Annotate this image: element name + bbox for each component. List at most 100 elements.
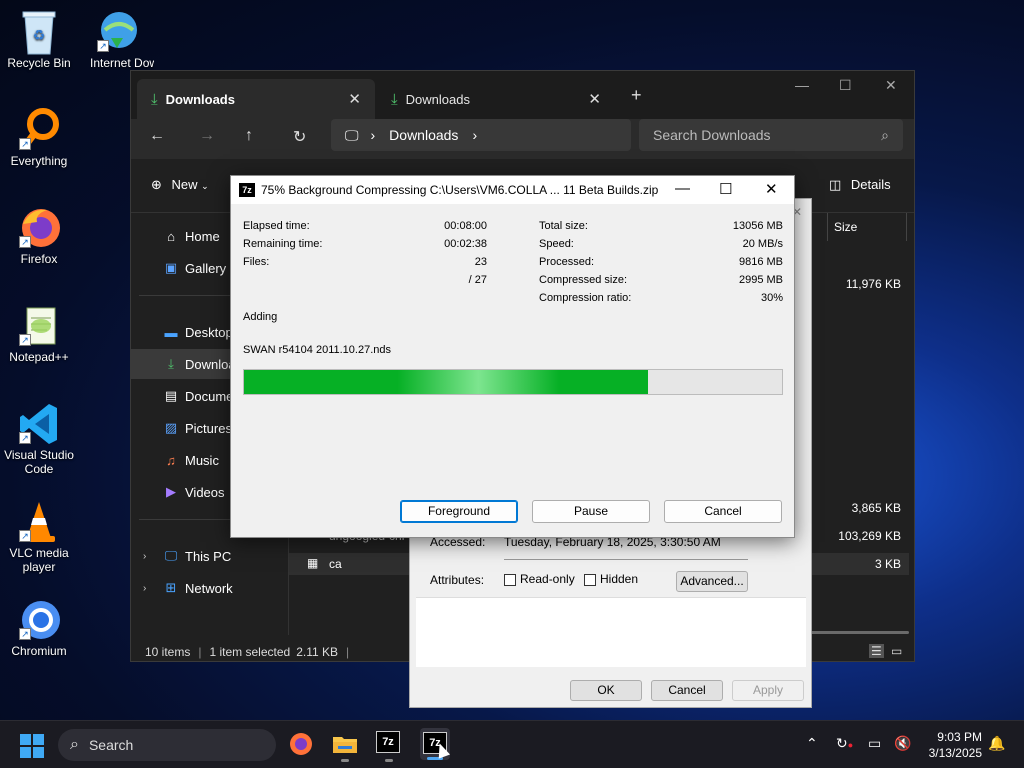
back-icon[interactable]: ← (149, 127, 165, 145)
desktop-icon-label: Everything (10, 154, 68, 168)
tiles-view-icon[interactable]: ▭ (891, 644, 902, 658)
plus-circle-icon: ⊕ (151, 177, 162, 192)
processed-value: 9816 MB (738, 256, 783, 268)
video-icon: ▶ (166, 484, 176, 499)
network-icon: ⊞ (165, 580, 177, 595)
firefox-icon (290, 733, 312, 755)
details-label: Details (850, 177, 891, 192)
magnifier-icon: ↗ (17, 106, 61, 150)
maximize-icon[interactable]: ☐ (719, 180, 732, 198)
compression-progress-dialog: 7z 75% Background Compressing C:\Users\V… (230, 175, 795, 538)
clock-time: 9:03 PM (937, 730, 982, 744)
breadcrumb-downloads[interactable]: Downloads (389, 127, 458, 143)
file-size: 103,269 KB (838, 529, 901, 543)
details-button[interactable]: ◫ Details (829, 177, 891, 193)
monitor-icon: 🖵 (345, 126, 359, 143)
desktop-icon-internet-download[interactable]: ↗ Internet Downlo (78, 8, 156, 70)
readonly-checkbox[interactable]: Read-only (504, 572, 575, 586)
compression-ratio-label: Compression ratio: (539, 292, 632, 304)
close-window-icon[interactable]: ✕ (885, 77, 897, 94)
taskbar-7zip-1[interactable]: 7z (376, 731, 402, 762)
download-arrow-icon: ⤓ (168, 356, 174, 371)
minimize-icon[interactable]: — (675, 180, 690, 197)
clock[interactable]: 9:03 PM 3/13/2025 (922, 729, 982, 761)
start-button[interactable] (20, 734, 44, 758)
pause-button[interactable]: Pause (532, 500, 650, 523)
desktop-icon-label: VLC media player (9, 546, 69, 574)
taskbar-firefox[interactable] (288, 731, 314, 757)
sync-icon[interactable]: ↻● (836, 735, 853, 752)
chevron-right-icon[interactable]: › (143, 583, 146, 594)
sidebar-item-network[interactable]: › ⊞ Network (131, 573, 289, 603)
new-label: New (171, 177, 198, 192)
desktop-icon-label: Visual Studio Code (4, 448, 74, 476)
refresh-icon[interactable]: ↻ (293, 127, 306, 147)
forward-icon[interactable]: → (199, 127, 215, 145)
display-icon[interactable]: ▭ (868, 735, 881, 752)
desktop-icon-recycle-bin[interactable]: ♻ Recycle Bin (0, 8, 78, 70)
tab-label: Downloads (165, 91, 235, 107)
cancel-button[interactable]: Cancel (651, 680, 723, 701)
desktop-icon-firefox[interactable]: ↗ Firefox (0, 204, 78, 266)
taskbar: ⌕ Search 7z 7z ⌃ ↻● ▭ 🔇 9:03 PM 3/13/202… (0, 720, 1024, 768)
taskbar-file-explorer[interactable] (332, 731, 358, 762)
volume-muted-icon[interactable]: 🔇 (894, 735, 911, 752)
advanced-button[interactable]: Advanced... (676, 571, 748, 592)
computer-icon: 🖵 (164, 548, 178, 563)
show-hidden-icons-chevron[interactable]: ⌃ (806, 735, 818, 752)
tab-downloads-1[interactable]: ⤓ Downloads ✕ (137, 79, 375, 119)
status-selected: 1 item selected (209, 645, 291, 659)
column-header-size[interactable]: Size (827, 213, 907, 241)
shortcut-arrow-icon: ↗ (19, 628, 31, 640)
compressed-size-value: 2995 MB (738, 274, 783, 286)
tab-downloads-2[interactable]: ⤓ Downloads ✕ (377, 79, 615, 119)
close-tab-icon[interactable]: ✕ (348, 90, 361, 108)
vscode-icon: ↗ (17, 400, 61, 444)
details-pane-icon: ◫ (829, 177, 842, 192)
maximize-icon[interactable]: ☐ (839, 77, 852, 94)
new-button[interactable]: ⊕ New ⌄ (151, 177, 209, 193)
shortcut-arrow-icon: ↗ (19, 432, 31, 444)
progress-bar-fill (244, 370, 648, 394)
desktop-icon-label: Firefox (20, 252, 58, 266)
desktop-icon-vscode[interactable]: ↗ Visual Studio Code (0, 400, 78, 476)
minimize-icon[interactable]: — (795, 77, 809, 93)
running-indicator (385, 759, 393, 762)
close-icon[interactable]: ✕ (765, 180, 778, 198)
desktop-icon-vlc[interactable]: ↗ VLC media player (0, 498, 78, 574)
file-size: 3 KB (874, 557, 901, 571)
file-icon: ▦ (307, 556, 319, 570)
sidebar-item-this-pc[interactable]: › 🖵 This PC (131, 541, 289, 571)
taskbar-search[interactable]: ⌕ Search (58, 729, 276, 761)
notification-bell-icon[interactable]: 🔔 (988, 735, 1005, 752)
download-arrow-icon: ⤓ (391, 90, 398, 108)
desktop-icon-notepadpp[interactable]: ↗ Notepad++ (0, 302, 78, 364)
desktop-icon: ▬ (164, 324, 178, 340)
details-view-icon[interactable]: ☰ (869, 644, 884, 658)
foreground-button[interactable]: Foreground (400, 500, 518, 523)
home-icon: ⌂ (167, 228, 175, 244)
new-tab-icon[interactable]: + (631, 85, 642, 106)
total-size-label: Total size: (539, 220, 588, 232)
breadcrumb[interactable]: 🖵 › Downloads › (331, 119, 631, 151)
files-value: 23 (474, 256, 487, 268)
firefox-icon: ↗ (17, 204, 61, 248)
hidden-checkbox[interactable]: Hidden (584, 572, 638, 586)
chevron-right-icon[interactable]: › (143, 551, 146, 562)
remaining-label: Remaining time: (243, 238, 323, 250)
attributes-label: Attributes: (430, 573, 485, 587)
ok-button[interactable]: OK (570, 680, 642, 701)
chevron-down-icon: ⌄ (201, 181, 209, 191)
notepadpp-icon: ↗ (17, 302, 61, 346)
cancel-button[interactable]: Cancel (664, 500, 782, 523)
close-tab-icon[interactable]: ✕ (588, 90, 601, 108)
apply-button[interactable]: Apply (732, 680, 804, 701)
dialog-title-bar[interactable]: 7z 75% Background Compressing C:\Users\V… (231, 176, 794, 204)
file-size: 11,976 KB (845, 277, 901, 291)
desktop-icon-label: Recycle Bin (7, 56, 71, 70)
elapsed-label: Elapsed time: (243, 220, 310, 232)
desktop-icon-chromium[interactable]: ↗ Chromium (0, 596, 78, 658)
up-icon[interactable]: ↑ (245, 127, 253, 145)
search-input[interactable]: Search Downloads ⌕ (639, 119, 903, 151)
desktop-icon-everything[interactable]: ↗ Everything (0, 106, 78, 168)
